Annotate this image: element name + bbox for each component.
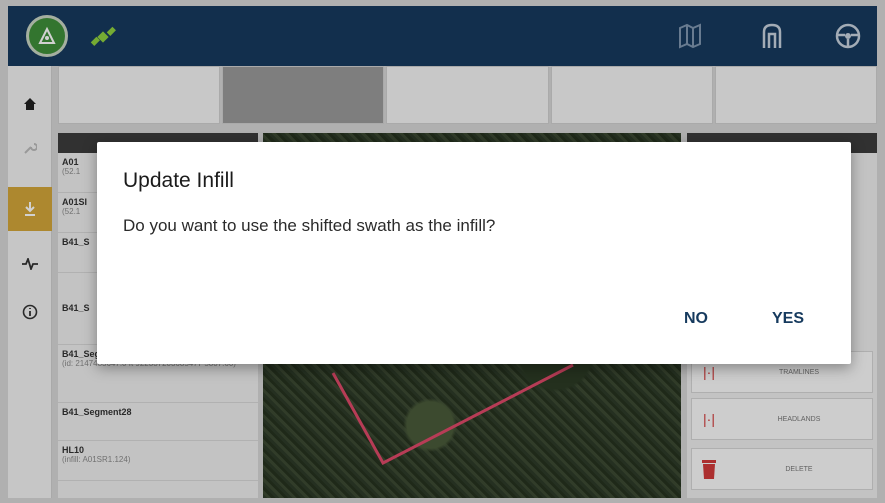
update-infill-dialog: Update Infill Do you want to use the shi…: [97, 142, 851, 364]
yes-button[interactable]: YES: [772, 310, 804, 328]
no-button[interactable]: NO: [684, 310, 708, 328]
app-screen: A01 (52.1 A01SI (52.1 B41_S B41_S B41_Se…: [0, 0, 885, 503]
dialog-message: Do you want to use the shifted swath as …: [123, 216, 496, 235]
dialog-title: Update Infill: [123, 169, 234, 192]
